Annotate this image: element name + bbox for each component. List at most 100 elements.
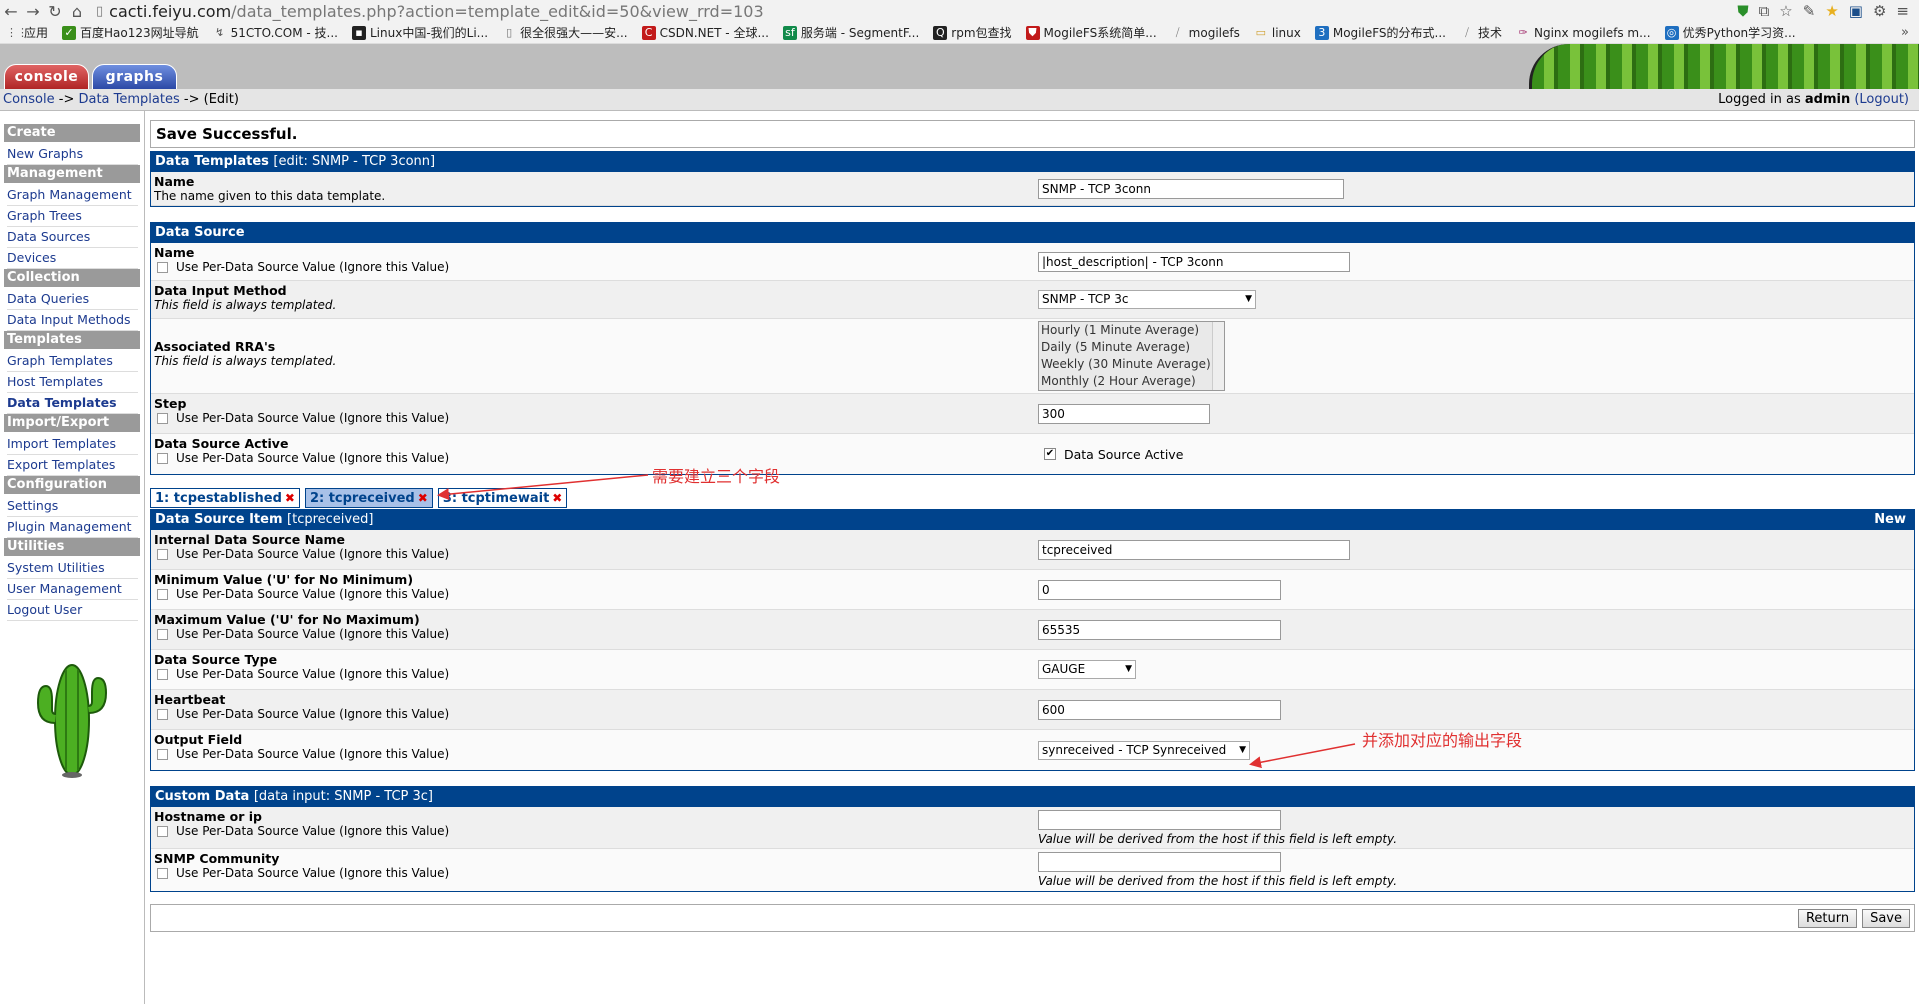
- star-icon[interactable]: ☆: [1779, 2, 1792, 20]
- breadcrumb-console[interactable]: Console: [3, 92, 55, 107]
- delete-icon[interactable]: ✖: [552, 491, 562, 505]
- per-ds-checkbox[interactable]: [157, 629, 168, 640]
- menu-import-templates[interactable]: Import Templates: [7, 434, 138, 455]
- rra-scrollbar[interactable]: [1212, 322, 1224, 390]
- menu-export-templates[interactable]: Export Templates: [7, 455, 138, 476]
- data-templates-box: Data Templates [edit: SNMP - TCP 3conn] …: [150, 151, 1915, 207]
- bookmark-item[interactable]: ⧸ mogilefs: [1171, 26, 1240, 40]
- bookmark-item[interactable]: ⧸ 技术: [1460, 24, 1502, 41]
- menu-data-sources[interactable]: Data Sources: [7, 227, 138, 248]
- logout-link[interactable]: (Logout): [1854, 92, 1909, 107]
- home-icon[interactable]: ⌂: [66, 2, 88, 21]
- bookmark-item[interactable]: ✑ Nginx mogilefs m...: [1516, 26, 1650, 40]
- console-tab[interactable]: console: [4, 64, 89, 89]
- menu-user-management[interactable]: User Management: [7, 579, 138, 600]
- menu-system-utilities[interactable]: System Utilities: [7, 558, 138, 579]
- per-ds-checkbox[interactable]: [157, 589, 168, 600]
- bookmark-item[interactable]: ▭ linux: [1254, 26, 1301, 40]
- rra-listbox[interactable]: Hourly (1 Minute Average) Daily (5 Minut…: [1038, 321, 1225, 391]
- ds-item-tab[interactable]: 3: tcptimewait ✖: [437, 488, 568, 508]
- per-ds-checkbox[interactable]: [157, 749, 168, 760]
- snmp-community-input[interactable]: [1038, 852, 1281, 872]
- bookmark-apps[interactable]: ⋮⋮ 应用: [6, 24, 48, 41]
- bookmark-icon: ▪: [351, 25, 366, 40]
- per-ds-checkbox[interactable]: [157, 262, 168, 273]
- bookmark-item[interactable]: ✓ 百度Hao123网址导航: [62, 24, 199, 41]
- bookmark-star-icon[interactable]: ★: [1825, 2, 1838, 20]
- per-ds-checkbox[interactable]: [157, 549, 168, 560]
- per-ds-checkbox[interactable]: [157, 413, 168, 424]
- bookmark-item[interactable]: ▪ Linux中国-我们的Li...: [351, 24, 488, 41]
- menu-settings[interactable]: Settings: [7, 496, 138, 517]
- bookmark-item[interactable]: ⛊ MogileFS系统简单...: [1025, 24, 1157, 41]
- new-item-link[interactable]: New: [1874, 510, 1906, 530]
- breadcrumb-data-templates[interactable]: Data Templates: [78, 92, 179, 107]
- per-ds-checkbox[interactable]: [157, 453, 168, 464]
- per-ds-checkbox[interactable]: [157, 709, 168, 720]
- menu-plugin-management[interactable]: Plugin Management: [7, 517, 138, 538]
- delete-icon[interactable]: ✖: [285, 491, 295, 505]
- bookmark-item[interactable]: 3 MogileFS的分布式...: [1314, 24, 1446, 41]
- menu-icon[interactable]: ≡: [1896, 2, 1909, 20]
- graphs-tab[interactable]: graphs: [92, 64, 177, 89]
- bookmark-item[interactable]: ◎ 优秀Python学习资...: [1664, 24, 1796, 41]
- menu-data-templates[interactable]: Data Templates: [7, 393, 138, 414]
- ds-type-select[interactable]: GAUGE: [1038, 660, 1136, 679]
- bookmark-item[interactable]: Qrpm包查找: [933, 24, 1012, 41]
- ds-active-checkbox[interactable]: ✔: [1044, 448, 1056, 460]
- menu-devices[interactable]: Devices: [7, 248, 138, 269]
- save-button[interactable]: Save: [1862, 908, 1910, 928]
- menu-data-queries[interactable]: Data Queries: [7, 289, 138, 310]
- template-name-input[interactable]: SNMP - TCP 3conn: [1038, 178, 1344, 199]
- menu-new-graphs[interactable]: New Graphs: [7, 144, 138, 165]
- ds-item-tab[interactable]: 1: tcpestablished ✖: [150, 488, 300, 508]
- ds-name-input[interactable]: |host_description| - TCP 3conn: [1038, 251, 1350, 272]
- reload-icon[interactable]: ↻: [44, 2, 66, 21]
- rra-option[interactable]: Hourly (1 Minute Average): [1039, 322, 1224, 339]
- bookmark-item[interactable]: sf 服务端 - SegmentF...: [782, 24, 919, 41]
- settings-icon[interactable]: ⚙: [1873, 2, 1886, 20]
- per-ds-checkbox[interactable]: [157, 826, 168, 837]
- per-ds-checkbox[interactable]: [157, 868, 168, 879]
- bookmarks-more[interactable]: »: [1901, 25, 1909, 40]
- menu-head-create: Create: [4, 124, 140, 142]
- heartbeat-input[interactable]: 600: [1038, 699, 1281, 720]
- bookmark-item[interactable]: C CSDN.NET - 全球...: [641, 24, 769, 41]
- internal-name-input[interactable]: tcpreceived: [1038, 539, 1350, 560]
- rra-option[interactable]: Weekly (30 Minute Average): [1039, 356, 1224, 373]
- annotation-output-field: 并添加对应的输出字段: [1362, 731, 1523, 750]
- min-value-input[interactable]: 0: [1038, 579, 1281, 600]
- delete-icon[interactable]: ✖: [418, 491, 428, 505]
- url-bar[interactable]: ▯ cacti.feiyu.com/data_templates.php?act…: [96, 1, 1737, 21]
- menu-host-templates[interactable]: Host Templates: [7, 372, 138, 393]
- per-ds-checkbox[interactable]: [157, 669, 168, 680]
- bookmark-icon: ⛊: [1025, 25, 1040, 40]
- bookmark-item[interactable]: ↯ 51CTO.COM - 技...: [213, 24, 338, 41]
- menu-logout-user[interactable]: Logout User: [7, 600, 138, 621]
- shield-icon[interactable]: ⛊: [1737, 2, 1748, 20]
- menu-graph-trees[interactable]: Graph Trees: [7, 206, 138, 227]
- bookmark-item[interactable]: ▯ 很全很强大——安...: [502, 24, 627, 41]
- back-icon[interactable]: ←: [0, 2, 22, 21]
- menu-graph-management[interactable]: Graph Management: [7, 185, 138, 206]
- step-row: Step Use Per-Data Source Value (Ignore t…: [151, 394, 1914, 434]
- step-input[interactable]: 300: [1038, 403, 1210, 424]
- output-field-select[interactable]: synreceived - TCP Synreceived: [1038, 740, 1250, 760]
- app-header: console graphs: [0, 44, 1919, 89]
- heartbeat-row: Heartbeat Use Per-Data Source Value (Ign…: [151, 690, 1914, 730]
- max-value-input[interactable]: 65535: [1038, 619, 1281, 640]
- menu-graph-templates[interactable]: Graph Templates: [7, 351, 138, 372]
- ds-item-tab-active[interactable]: 2: tcpreceived ✖: [304, 488, 433, 508]
- extension-f-icon[interactable]: ▣: [1849, 2, 1863, 20]
- hostname-input[interactable]: [1038, 809, 1281, 830]
- menu-data-input-methods[interactable]: Data Input Methods: [7, 310, 138, 331]
- rra-option[interactable]: Daily (5 Minute Average): [1039, 339, 1224, 356]
- extension-icon[interactable]: ✎: [1803, 2, 1816, 20]
- menu-head-import-export: Import/Export: [4, 414, 140, 432]
- data-input-method-select[interactable]: SNMP - TCP 3c: [1038, 290, 1256, 309]
- rra-option[interactable]: Monthly (2 Hour Average): [1039, 373, 1224, 390]
- translate-icon[interactable]: ⧉: [1759, 2, 1770, 20]
- forward-icon[interactable]: →: [22, 2, 44, 21]
- name-label: Name: [154, 174, 195, 189]
- return-button[interactable]: Return: [1797, 908, 1858, 928]
